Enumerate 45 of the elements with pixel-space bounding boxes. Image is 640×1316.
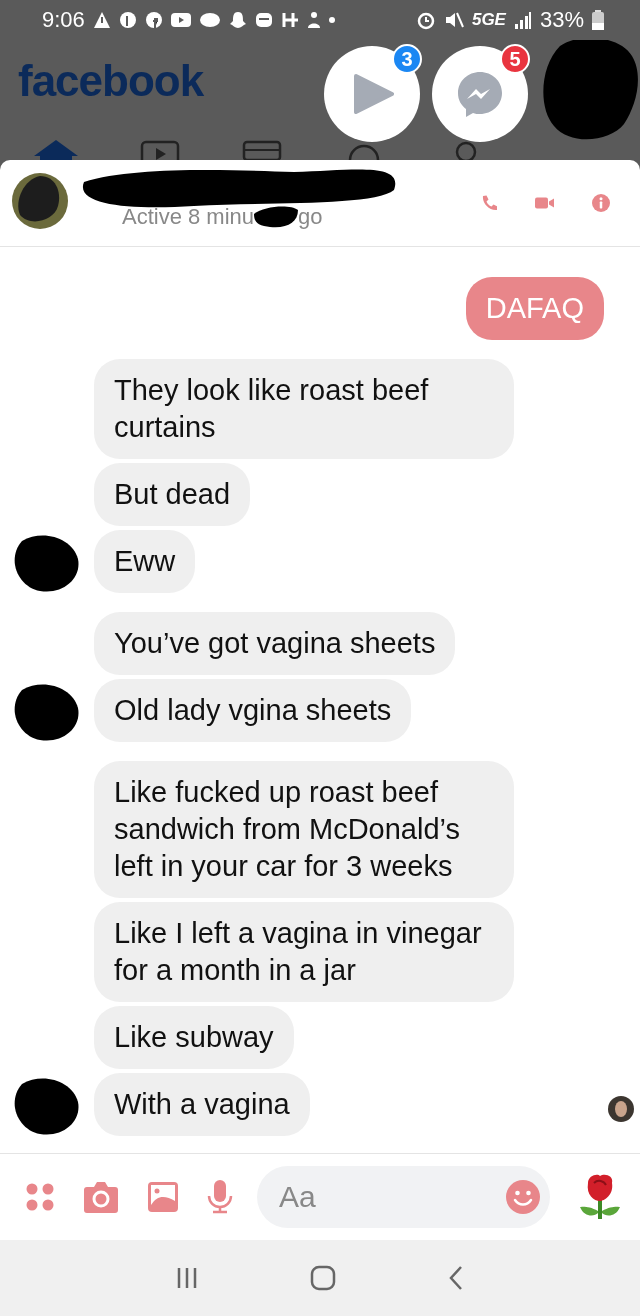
battery-level: 33% — [539, 7, 584, 33]
received-message: They look like roast beef curtains — [94, 359, 514, 459]
message-field[interactable]: Aa — [277, 1179, 506, 1215]
app-icon — [254, 11, 273, 29]
more-options-icon[interactable] — [25, 1182, 55, 1212]
planet-icon — [198, 12, 221, 28]
received-message: Like fucked up roast beef sandwich from McDonald’s left in your car for 3 weeks — [94, 761, 514, 898]
read-receipt-avatar — [608, 1096, 634, 1122]
youtube-icon — [170, 12, 191, 28]
received-message: Like subway — [94, 1006, 294, 1069]
received-message: With a vagina — [94, 1073, 310, 1136]
notification-badge: 3 — [392, 44, 422, 74]
active-status: go — [298, 204, 323, 230]
camera-icon[interactable] — [83, 1181, 119, 1213]
sent-message: DAFAQ — [465, 277, 604, 340]
image-icon[interactable] — [147, 1181, 179, 1213]
message-box[interactable]: Aa — [257, 1166, 550, 1228]
contact-avatar[interactable] — [10, 171, 70, 231]
more-notifications-icon — [328, 17, 335, 23]
notification-badge: 5 — [500, 44, 530, 74]
received-message: Eww — [94, 530, 196, 593]
figure-icon — [306, 11, 321, 29]
app-icon — [280, 11, 299, 29]
mute-icon — [443, 10, 464, 30]
ghost-icon — [228, 11, 247, 29]
received-message: You’ve got vagina sheets — [94, 612, 456, 675]
facebook-logo: facebook — [18, 56, 204, 106]
battery-icon — [592, 10, 604, 30]
home-icon[interactable] — [34, 140, 78, 160]
emoji-icon[interactable] — [506, 1180, 540, 1214]
clock: 9:06 — [42, 7, 85, 33]
alarm-icon — [415, 10, 436, 30]
messenger-icon — [456, 70, 504, 118]
microphone-icon[interactable] — [207, 1180, 233, 1214]
received-message: But dead — [94, 463, 251, 526]
video-icon[interactable] — [140, 140, 180, 160]
store-icon[interactable] — [242, 140, 282, 160]
rose-icon[interactable] — [578, 1173, 622, 1221]
network-type: 5GE — [471, 10, 506, 30]
received-message: Old lady vgina sheets — [94, 679, 412, 742]
home-button-icon[interactable] — [310, 1265, 336, 1291]
active-status: Active 8 minu — [122, 204, 255, 230]
received-message: Like I left a vagina in vinegar for a month in a jar — [94, 902, 514, 1002]
warning-icon — [92, 11, 111, 29]
signal-icon — [513, 11, 532, 29]
